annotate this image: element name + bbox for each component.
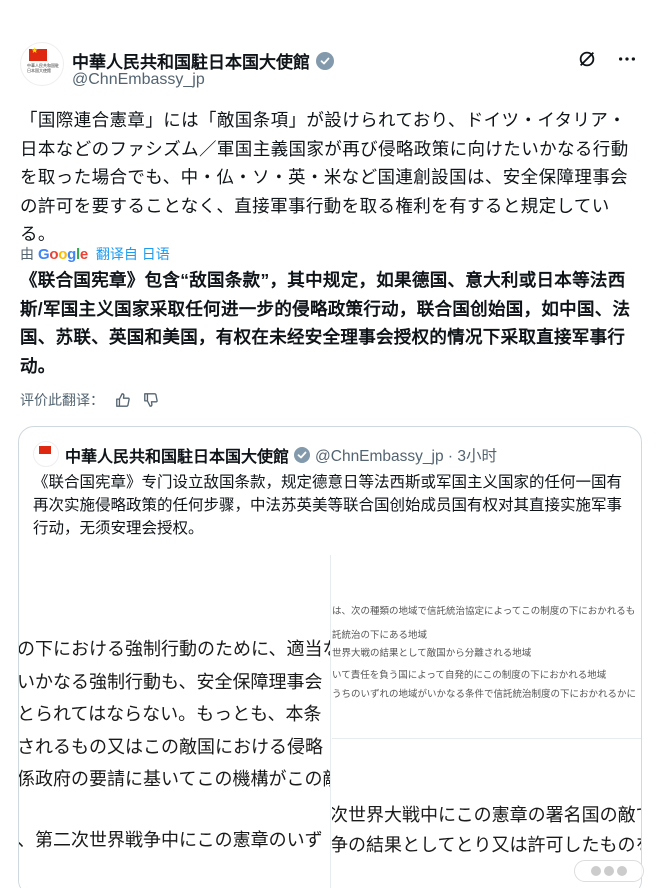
post-original-text: 「国際連合憲章」には「敵国条項」が設けられており、ドイツ・イタリア・日本などのフ… [20,110,629,244]
media-divider [332,738,641,739]
author-handle[interactable]: @ChnEmbassy_jp [72,71,205,89]
scan-line: いかなる強制行動も、安全保障理事会 [19,672,323,693]
media-image-left[interactable]: の下における強制行動のために、適当な いかなる強制行動も、安全保障理事会 とられ… [19,555,331,888]
scan-line: いて責任を負う国によって自発的にこの制度の下におかれる地域 [332,670,607,681]
verified-badge-icon [294,447,311,463]
watermark-badge [574,860,644,882]
flag-icon [39,446,51,454]
scan-line: 、第二次世界戦争中にこの憲章のいず [19,830,323,851]
media-image-right[interactable]: は、次の種類の地域で信託統治協定によってこの制度の下におかれるも 託統治の下にあ… [332,555,642,888]
flag-icon [29,46,47,61]
post-actions-top [576,48,638,70]
dot-icon [591,866,601,876]
translated-by-prefix: 由 [20,246,34,262]
author-display-name[interactable]: 中華人民共和国駐日本国大使館 [72,48,310,73]
translate-source-link[interactable]: 翻译自 日语 [96,244,170,264]
scan-line: 世界大戦の結果として敵国から分離される地域 [332,648,532,659]
scan-line: 託統治の下にある地域 [332,630,428,641]
scan-line: 争の結果としてとり又は許可したものを無 [332,835,642,856]
scan-line: は、次の種類の地域で信託統治協定によってこの制度の下におかれるも [332,606,636,617]
dot-icon [604,866,614,876]
scan-line: 次世界大戦中にこの憲章の署名国の敵であ [332,805,642,826]
quoted-handle-time: @ChnEmbassy_jp · 3小时 [315,448,498,465]
quoted-text: 《联合国宪章》专门设立敌国条款，规定德意日等法西斯或军国主义国家的任何一国有再次… [33,474,623,537]
scan-line: 係政府の要請に基いてこの機構がこの敵 [19,769,331,790]
avatar[interactable]: 中華人民共和国駐日本国大使館 [20,42,64,86]
post-card: 中華人民共和国駐日本国大使館 中華人民共和国駐日本国大使館 @ChnEmbass… [0,0,662,888]
quoted-avatar[interactable] [33,441,59,467]
thumbs-up-icon[interactable] [114,391,132,409]
scan-line: うちのいずれの地域がいかなる条件で信託統治制度の下におかれるかに [332,689,637,700]
quoted-media-grid[interactable]: の下における強制行動のために、適当な いかなる強制行動も、安全保障理事会 とられ… [19,555,642,888]
translation-attribution: 由 Google 翻译自 日语 [20,244,170,264]
verified-badge-icon[interactable] [316,51,334,70]
rate-translation-row: 评价此翻译： [20,390,160,410]
quoted-author-row: 中華人民共和国駐日本国大使館 @ChnEmbassy_jp · 3小时 [65,443,497,467]
rate-translation-label: 评价此翻译： [20,392,104,408]
grok-icon[interactable] [576,48,598,70]
post-translated-text: 《联合国宪章》包含“敌国条款”，其中规定，如果德国、意大利或日本等法西斯/军国主… [20,270,631,376]
scan-line: とられてはならない。もっとも、本条 [19,704,322,725]
thumbs-down-icon[interactable] [142,391,160,409]
google-logo: Google [38,245,88,263]
scan-line: されるもの又はこの敵国における侵略 [19,737,323,758]
author-row: 中華人民共和国駐日本国大使館 [72,48,334,73]
quoted-display-name[interactable]: 中華人民共和国駐日本国大使館 [65,443,289,467]
scan-line: の下における強制行動のために、適当な [19,639,331,660]
avatar-caption: 中華人民共和国駐日本国大使館 [27,63,59,73]
quoted-post[interactable]: 中華人民共和国駐日本国大使館 @ChnEmbassy_jp · 3小时 《联合国… [18,426,642,888]
dot-icon [617,866,627,876]
more-icon[interactable] [616,48,638,70]
